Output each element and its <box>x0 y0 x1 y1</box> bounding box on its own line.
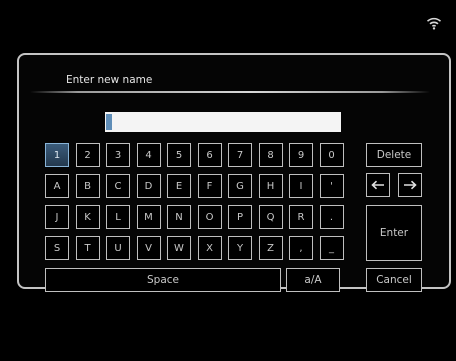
key-1-5[interactable]: F <box>197 174 222 198</box>
key-2-7[interactable]: Q <box>258 205 283 229</box>
enter-key[interactable]: Enter <box>366 205 422 261</box>
key-1-6[interactable]: G <box>228 174 252 198</box>
key-1-2[interactable]: C <box>106 174 130 198</box>
key-0-9[interactable]: 0 <box>319 143 344 167</box>
key-3-9[interactable]: _ <box>319 236 344 260</box>
key-1-1[interactable]: B <box>75 174 100 198</box>
key-3-7[interactable]: Z <box>258 236 283 260</box>
key-1-4[interactable]: E <box>167 174 191 198</box>
key-0-2[interactable]: 3 <box>106 143 130 167</box>
key-2-2[interactable]: L <box>106 205 130 229</box>
key-2-1[interactable]: K <box>75 205 100 229</box>
name-input[interactable] <box>105 112 341 132</box>
key-1-0[interactable]: A <box>45 174 69 198</box>
arrow-right-icon <box>404 180 417 190</box>
key-0-4[interactable]: 5 <box>167 143 191 167</box>
dialog-title: Enter new name <box>66 74 153 86</box>
key-2-9[interactable]: . <box>319 205 344 229</box>
key-3-6[interactable]: Y <box>228 236 252 260</box>
key-0-7[interactable]: 8 <box>258 143 283 167</box>
key-1-8[interactable]: I <box>289 174 313 198</box>
key-3-5[interactable]: X <box>197 236 222 260</box>
key-3-0[interactable]: S <box>45 236 69 260</box>
key-2-8[interactable]: R <box>289 205 313 229</box>
space-key[interactable]: Space <box>45 268 281 292</box>
cancel-key[interactable]: Cancel <box>366 268 422 292</box>
key-1-3[interactable]: D <box>136 174 161 198</box>
key-1-9[interactable]: ' <box>319 174 344 198</box>
key-1-7[interactable]: H <box>258 174 283 198</box>
key-2-3[interactable]: M <box>136 205 161 229</box>
key-0-6[interactable]: 7 <box>228 143 252 167</box>
key-3-1[interactable]: T <box>75 236 100 260</box>
key-0-0[interactable]: 1 <box>45 143 69 167</box>
key-3-4[interactable]: W <box>167 236 191 260</box>
text-cursor <box>106 114 112 130</box>
key-2-4[interactable]: N <box>167 205 191 229</box>
key-3-2[interactable]: U <box>106 236 130 260</box>
wifi-icon <box>426 17 442 30</box>
delete-key[interactable]: Delete <box>366 143 422 167</box>
title-divider <box>30 91 430 93</box>
key-2-5[interactable]: O <box>197 205 222 229</box>
key-0-1[interactable]: 2 <box>75 143 100 167</box>
case-toggle-key[interactable]: a/A <box>286 268 340 292</box>
key-2-6[interactable]: P <box>228 205 252 229</box>
arrow-left-icon <box>371 180 384 190</box>
key-3-3[interactable]: V <box>136 236 161 260</box>
key-0-5[interactable]: 6 <box>197 143 222 167</box>
cursor-right-key[interactable] <box>398 173 422 197</box>
key-0-8[interactable]: 9 <box>289 143 313 167</box>
key-3-8[interactable]: , <box>289 236 313 260</box>
cursor-left-key[interactable] <box>366 173 390 197</box>
key-0-3[interactable]: 4 <box>136 143 161 167</box>
key-2-0[interactable]: J <box>45 205 69 229</box>
